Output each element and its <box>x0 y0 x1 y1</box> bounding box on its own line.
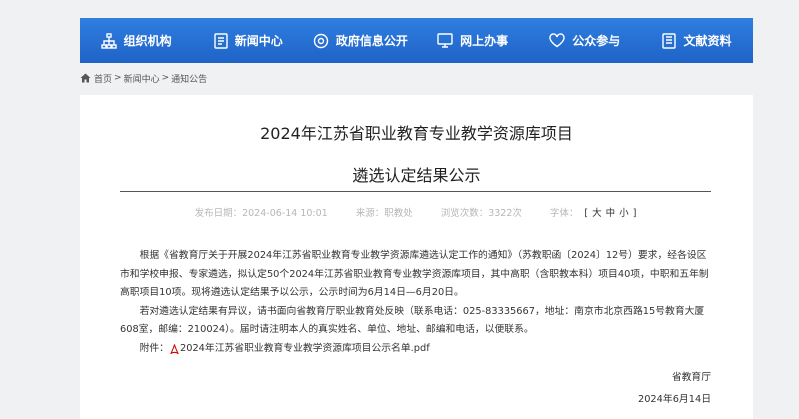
nav-label-documents: 文献资料 <box>683 34 732 48</box>
attachment-link[interactable]: 2024年江苏省职业教育专业教学资源库项目公示名单.pdf <box>180 340 430 359</box>
nav-item-news[interactable]: 新闻中心 <box>192 18 304 63</box>
font-size-label: 字体： <box>549 208 579 219</box>
home-icon <box>80 73 91 83</box>
view-count: 浏览次数：3322次 <box>440 208 522 219</box>
paragraph-1: 根据《省教育厅关于开展2024年江苏省职业教育专业教学资源库遴选认定工作的通知》… <box>120 250 709 298</box>
nav-label-public: 公众参与 <box>572 34 621 48</box>
attachment: 附件： 2024年江苏省职业教育专业教学资源库项目公示名单.pdf <box>120 340 712 359</box>
nav-item-org[interactable]: 组织机构 <box>80 18 192 63</box>
heart-icon <box>549 33 565 48</box>
info-open-icon <box>313 33 329 48</box>
signature-date: 2024年6月14日 <box>637 394 711 405</box>
article-title-line2: 遴选认定结果公示 <box>352 166 481 185</box>
font-medium-button[interactable]: 中 <box>606 208 616 219</box>
breadcrumb-news[interactable]: 新闻中心 <box>124 72 160 85</box>
breadcrumb-separator: > <box>114 73 122 83</box>
nav-label-org: 组织机构 <box>123 34 172 48</box>
font-bracket-close: ] <box>632 208 637 219</box>
online-service-icon <box>437 33 453 48</box>
font-small-button[interactable]: 小 <box>619 208 629 219</box>
font-bracket-open: [ <box>584 208 589 219</box>
breadcrumb-notice[interactable]: 通知公告 <box>171 72 207 85</box>
nav-label-online-service: 网上办事 <box>460 34 509 48</box>
publish-date: 发布日期：2024-06-14 10:01 <box>194 208 328 219</box>
article-source: 来源：职教处 <box>355 208 413 219</box>
nav-item-public[interactable]: 公众参与 <box>529 18 641 63</box>
article-body: 根据《省教育厅关于开展2024年江苏省职业教育专业教学资源库遴选认定工作的通知》… <box>120 247 712 358</box>
signature-org: 省教育厅 <box>671 372 711 383</box>
nav-item-documents[interactable]: 文献资料 <box>641 18 753 63</box>
font-large-button[interactable]: 大 <box>592 208 602 219</box>
article-panel: 2024年江苏省职业教育专业教学资源库项目 遴选认定结果公示 发布日期：2024… <box>80 95 753 419</box>
nav-label-info-open: 政府信息公开 <box>335 34 408 48</box>
nav-label-news: 新闻中心 <box>234 34 283 48</box>
nav-item-info-open[interactable]: 政府信息公开 <box>304 18 416 63</box>
article-title-line1: 2024年江苏省职业教育专业教学资源库项目 <box>260 124 573 143</box>
paragraph-2: 若对遴选认定结果有异议，请书面向省教育厅职业教育处反映（联系电话：025-833… <box>120 305 705 336</box>
org-chart-icon <box>100 32 117 49</box>
nav-item-online-service[interactable]: 网上办事 <box>417 18 529 63</box>
news-icon <box>214 32 228 49</box>
document-icon <box>662 32 677 49</box>
title-divider <box>120 191 711 192</box>
main-nav: 组织机构 新闻中心 政府信息公开 网上办事 公众参与 文献资料 <box>80 18 753 63</box>
breadcrumb-separator: > <box>161 73 170 83</box>
breadcrumb: 首页 > 新闻中心 > 通知公告 <box>80 70 207 86</box>
article-meta: 发布日期：2024-06-14 10:01 来源：职教处 浏览次数：3322次 … <box>80 205 753 219</box>
font-size-control: 字体： [大中小] <box>550 205 639 219</box>
breadcrumb-home[interactable]: 首页 <box>94 72 112 85</box>
pdf-icon <box>170 344 179 354</box>
attachment-label: 附件： <box>139 342 169 354</box>
